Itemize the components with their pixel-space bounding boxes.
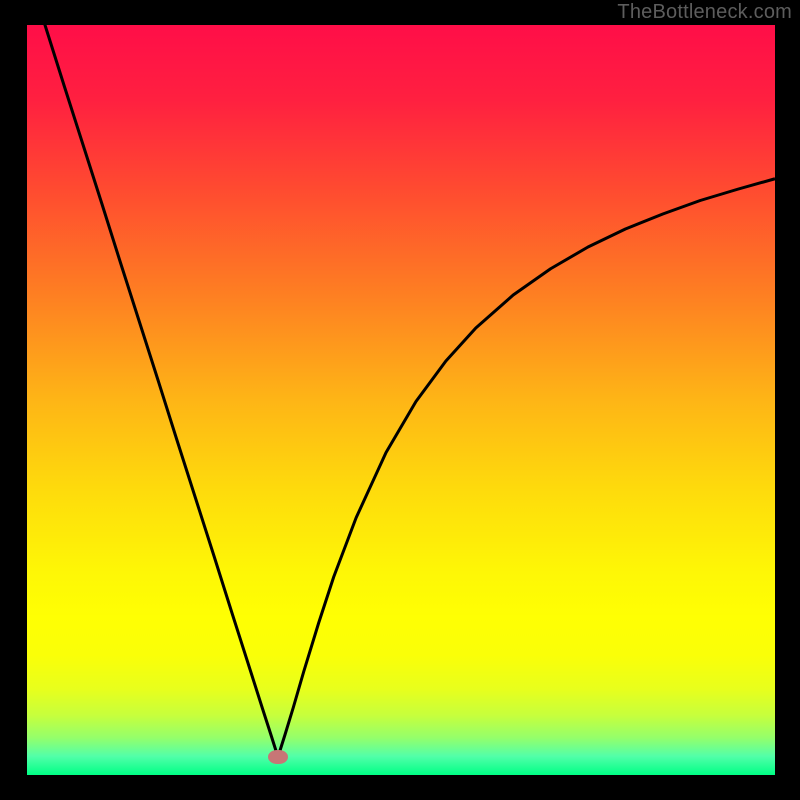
chart-stage: TheBottleneck.com [0, 0, 800, 800]
plot-area [27, 25, 775, 775]
curve-layer [27, 25, 775, 775]
minimum-marker [268, 750, 288, 764]
watermark-label: TheBottleneck.com [617, 1, 792, 24]
bottleneck-curve [27, 0, 775, 757]
